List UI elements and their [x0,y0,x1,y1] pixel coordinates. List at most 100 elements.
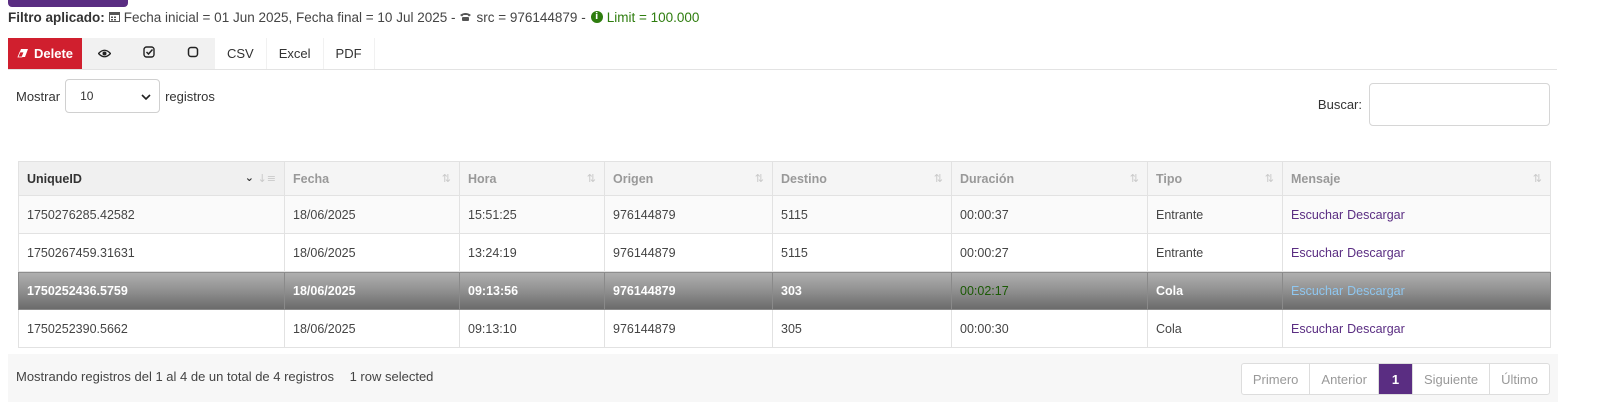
cell-mensaje: Escuchar Descargar [1282,195,1551,234]
filter-limit: Limit = 100.000 [606,9,700,25]
col-label: Fecha [293,171,330,186]
chevron-down-icon: ⌄ [244,171,254,184]
cell-tipo: Entrante [1147,233,1283,272]
cell-hora: 15:51:25 [459,195,605,234]
download-link[interactable]: Descargar [1347,322,1405,336]
calendar-icon [108,10,120,25]
table-row[interactable]: 1750267459.31631 18/06/2025 13:24:19 976… [18,233,1551,272]
check-square-icon [142,46,155,61]
sort-desc-icon: ↓≡ [257,172,276,185]
sort-icon: ⇅ [1129,172,1139,185]
col-label: Mensaje [1291,171,1341,186]
previous-page-button[interactable]: Anterior [1310,364,1379,394]
cell-hora: 09:13:10 [459,309,605,348]
search-input[interactable] [1369,83,1550,126]
col-destino[interactable]: Destino ⇅ [772,161,952,196]
info-icon: i [590,11,603,23]
col-uniqueid[interactable]: UniqueID ⌄ ↓≡ [18,161,285,196]
pdf-button[interactable]: PDF [324,38,375,69]
cell-duracion: 00:00:27 [951,233,1148,272]
table-row-selected[interactable]: 1750252436.5759 18/06/2025 09:13:56 9761… [18,271,1551,310]
col-duracion[interactable]: Duración ⇅ [951,161,1148,196]
cell-fecha: 18/06/2025 [284,271,460,310]
sort-icon: ⇅ [754,172,764,185]
cell-destino: 303 [772,271,952,310]
sort-icon: ⇅ [586,172,596,185]
cell-tipo: Entrante [1147,195,1283,234]
sort-icon: ⇅ [441,172,451,185]
col-hora[interactable]: Hora ⇅ [459,161,605,196]
cell-uniqueid: 1750276285.42582 [18,195,285,234]
csv-button[interactable]: CSV [215,38,267,69]
listen-link[interactable]: Escuchar [1291,246,1343,260]
length-prefix: Mostrar [16,88,61,104]
cell-mensaje: Escuchar Descargar [1282,271,1551,310]
page-length-control: Mostrar 10 registros [16,79,215,113]
filter-src: src = 976144879 - [476,9,586,25]
col-label: Origen [613,171,654,186]
cell-uniqueid: 1750252436.5759 [18,271,285,310]
table-info: Mostrando registros del 1 al 4 de un tot… [16,369,433,384]
table-toolbar: Delete CSV Excel PDF [8,38,1557,70]
cell-hora: 13:24:19 [459,233,605,272]
cell-origen: 976144879 [604,309,773,348]
cell-fecha: 18/06/2025 [284,233,460,272]
cell-origen: 976144879 [604,233,773,272]
col-mensaje[interactable]: Mensaje ⇅ [1282,161,1551,196]
listen-link[interactable]: Escuchar [1291,284,1343,298]
sort-icon: ⇅ [1264,172,1274,185]
col-label: Hora [468,171,497,186]
cell-destino: 5115 [772,233,952,272]
sort-icon: ⇅ [933,172,943,185]
next-page-button[interactable]: Siguiente [1413,364,1491,394]
delete-label: Delete [33,46,74,61]
table-row[interactable]: 1750276285.42582 18/06/2025 15:51:25 976… [18,195,1551,234]
table-row[interactable]: 1750252390.5662 18/06/2025 09:13:10 9761… [18,309,1551,348]
toggle-columns-button[interactable] [83,38,127,69]
cell-duracion: 00:00:37 [951,195,1148,234]
cell-fecha: 18/06/2025 [284,309,460,348]
cell-origen: 976144879 [604,195,773,234]
first-page-button[interactable]: Primero [1242,364,1311,394]
col-label: Tipo [1156,171,1183,186]
selection-info: 1 row selected [349,369,434,384]
cell-duracion: 00:00:30 [951,309,1148,348]
current-page-button[interactable]: 1 [1378,364,1413,394]
col-fecha[interactable]: Fecha ⇅ [284,161,460,196]
col-tipo[interactable]: Tipo ⇅ [1147,161,1283,196]
cell-tipo: Cola [1147,271,1283,310]
top-accent-bar [8,0,128,7]
col-label: Duración [960,171,1015,186]
listen-link[interactable]: Escuchar [1291,208,1343,222]
col-label: Destino [781,171,827,186]
cell-mensaje: Escuchar Descargar [1282,309,1551,348]
search-label: Buscar: [1317,97,1362,112]
chevron-down-icon [141,89,151,103]
table-footer: Mostrando registros del 1 al 4 de un tot… [8,354,1558,402]
cell-mensaje: Escuchar Descargar [1282,233,1551,272]
pagination: Primero Anterior 1 Siguiente Último [1240,363,1550,395]
excel-button[interactable]: Excel [267,38,324,69]
cell-fecha: 18/06/2025 [284,195,460,234]
records-info: Mostrando registros del 1 al 4 de un tot… [16,369,334,384]
square-icon [187,46,199,61]
col-origen[interactable]: Origen ⇅ [604,161,773,196]
filter-label: Filtro aplicado: [8,9,105,25]
search-control: Buscar: [1318,83,1550,126]
sort-icon: ⇅ [1532,172,1542,185]
listen-link[interactable]: Escuchar [1291,322,1343,336]
download-link[interactable]: Descargar [1347,284,1405,298]
cell-destino: 5115 [772,195,952,234]
download-link[interactable]: Descargar [1347,208,1405,222]
applied-filter: Filtro aplicado: Fecha inicial = 01 Jun … [8,8,699,26]
calls-table: UniqueID ⌄ ↓≡ Fecha ⇅ Hora ⇅ Origen ⇅ Desti… [18,161,1551,348]
last-page-button[interactable]: Último [1490,364,1549,394]
download-link[interactable]: Descargar [1347,246,1405,260]
eye-icon [97,46,112,61]
page-length-select[interactable]: 10 [65,79,161,113]
phone-icon [459,10,472,25]
delete-button[interactable]: Delete [8,38,83,69]
deselect-all-button[interactable] [171,38,215,69]
col-label: UniqueID [27,171,82,186]
select-all-button[interactable] [127,38,171,69]
